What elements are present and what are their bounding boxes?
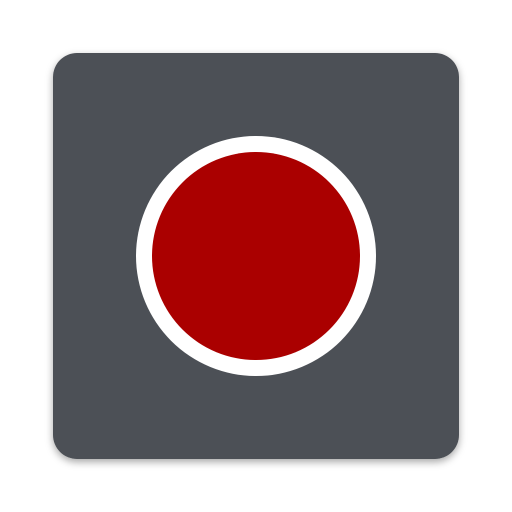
app-icon-tile[interactable] <box>53 53 459 459</box>
record-icon <box>53 53 459 459</box>
record-dot <box>152 152 360 360</box>
canvas <box>0 0 512 512</box>
